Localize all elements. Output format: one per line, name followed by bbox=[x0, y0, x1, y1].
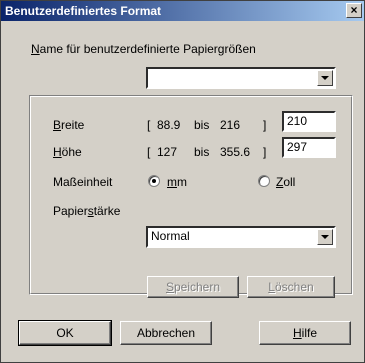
height-label-rest: öhe bbox=[61, 145, 82, 159]
paper-name-combobox[interactable] bbox=[146, 67, 336, 89]
window-title: Benutzerdefiniertes Format bbox=[5, 4, 162, 18]
unit-mm-radio[interactable] bbox=[148, 175, 160, 187]
height-range-bis: bis bbox=[194, 145, 210, 159]
height-label: Höhe bbox=[53, 145, 82, 159]
save-button-accel: S bbox=[165, 280, 174, 294]
paper-name-label-accel: N bbox=[31, 42, 40, 56]
help-button-accel: H bbox=[292, 326, 302, 340]
unit-mm-accel: m bbox=[167, 175, 177, 189]
width-range-bis: bis bbox=[194, 118, 210, 132]
help-button[interactable]: Hilfe bbox=[259, 321, 351, 345]
width-label-rest: reite bbox=[61, 118, 85, 132]
paper-thickness-dropdown-button[interactable] bbox=[317, 229, 333, 245]
title-bar[interactable]: Benutzerdefiniertes Format × bbox=[1, 1, 364, 21]
width-input[interactable]: 210 bbox=[282, 111, 336, 132]
width-value: 210 bbox=[287, 114, 308, 128]
width-label-accel: B bbox=[53, 118, 62, 132]
ok-button[interactable]: OK bbox=[18, 320, 112, 346]
save-button[interactable]: Speichern bbox=[147, 276, 239, 298]
unit-mm-rest: m bbox=[177, 175, 187, 189]
width-label: Breite bbox=[53, 118, 84, 132]
unit-zoll-radio[interactable] bbox=[258, 175, 270, 187]
width-range-open: [ bbox=[147, 118, 151, 132]
paper-thickness-value: Normal bbox=[151, 229, 190, 243]
unit-zoll-label[interactable]: Zoll bbox=[276, 175, 295, 189]
unit-mm-label[interactable]: mm bbox=[167, 175, 187, 189]
chevron-down-icon bbox=[321, 76, 329, 80]
height-range-min: 127 bbox=[157, 145, 178, 159]
chevron-down-icon bbox=[321, 235, 329, 239]
height-range-open: [ bbox=[147, 145, 151, 159]
delete-button-rest: öschen bbox=[274, 280, 314, 294]
paper-thickness-label-pre: Papier bbox=[53, 204, 88, 218]
custom-format-dialog: Benutzerdefiniertes Format × Name für be… bbox=[0, 0, 365, 363]
paper-name-label-rest: ame für benutzerdefinierte Papiergrößen bbox=[39, 42, 256, 56]
width-range-max: 216 bbox=[220, 118, 241, 132]
width-range-close: ] bbox=[263, 118, 267, 132]
delete-button[interactable]: Löschen bbox=[247, 276, 335, 298]
unit-zoll-rest: oll bbox=[283, 175, 296, 189]
height-range-close: ] bbox=[263, 145, 267, 159]
close-button[interactable]: × bbox=[346, 3, 362, 18]
radio-selected-dot bbox=[152, 179, 156, 183]
paper-thickness-label-post: tärke bbox=[93, 204, 121, 218]
help-button-rest: ilfe bbox=[301, 326, 317, 340]
paper-thickness-label: Papierstärke bbox=[53, 204, 120, 218]
height-input[interactable]: 297 bbox=[282, 137, 336, 158]
paper-thickness-select[interactable]: Normal bbox=[146, 226, 336, 248]
cancel-button[interactable]: Abbrechen bbox=[120, 321, 212, 345]
delete-button-accel: L bbox=[268, 280, 275, 294]
width-range-min: 88.9 bbox=[157, 118, 181, 132]
height-label-accel: H bbox=[53, 145, 62, 159]
paper-name-dropdown-button[interactable] bbox=[317, 70, 333, 86]
height-value: 297 bbox=[287, 140, 308, 154]
save-button-rest: peichern bbox=[173, 280, 221, 294]
paper-name-label: Name für benutzerdefinierte Papiergrößen bbox=[31, 42, 256, 56]
height-range-max: 355.6 bbox=[220, 145, 251, 159]
unit-label: Maßeinheit bbox=[53, 175, 113, 189]
